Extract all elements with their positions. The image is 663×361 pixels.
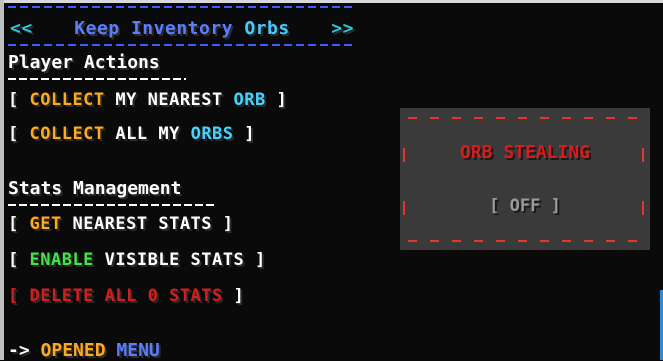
action-text: NEAREST STATS: [72, 214, 213, 234]
action-text: MY NEAREST: [115, 90, 223, 110]
window-left-border: [0, 0, 4, 360]
status-opened: OPENED: [40, 340, 106, 361]
bracket-close: ]: [222, 214, 234, 234]
action-text: ALL 0 STATS: [104, 286, 223, 306]
menu-status: -> OPENED MENU: [8, 340, 160, 361]
get-nearest-stats-button[interactable]: [ GET NEAREST STATS ]: [8, 214, 234, 234]
menu-title-orbs: Orbs: [244, 17, 290, 39]
bracket-open: [: [8, 250, 19, 270]
bracket-open: [: [8, 90, 19, 110]
orb-stealing-title-rest: STEALING: [503, 142, 591, 163]
collect-nearest-orb-button[interactable]: [ COLLECT MY NEAREST ORB ]: [8, 90, 287, 110]
page-next-button[interactable]: >>: [329, 18, 356, 39]
panel-border-bottom: [408, 240, 644, 242]
bracket-close: ]: [254, 250, 266, 270]
bracket-close: ]: [276, 90, 288, 110]
orb-stealing-panel: ORB STEALING [ OFF ]: [400, 108, 650, 250]
page-prev-button[interactable]: <<: [8, 18, 35, 39]
player-actions-underline: [8, 78, 186, 80]
bracket-open: [: [8, 286, 19, 306]
bracket-open: [: [8, 214, 19, 234]
orb-stealing-title: ORB STEALING: [400, 142, 650, 163]
stats-management-underline: [8, 204, 214, 206]
action-text: VISIBLE STATS: [104, 250, 245, 270]
stats-management-heading: Stats Management: [8, 178, 182, 199]
action-noun: ORB: [233, 90, 266, 110]
bracket-close: ]: [233, 286, 245, 306]
action-verb: ENABLE: [29, 250, 94, 270]
menu-title: Keep Inventory Orbs: [74, 18, 289, 39]
delete-all-stats-button[interactable]: [ DELETE ALL 0 STATS ]: [8, 286, 244, 306]
action-verb: COLLECT: [29, 90, 105, 110]
status-arrow: ->: [8, 340, 30, 361]
action-text: ALL MY: [115, 124, 180, 144]
collect-all-orbs-button[interactable]: [ COLLECT ALL MY ORBS ]: [8, 124, 255, 144]
panel-border-top: [408, 117, 644, 119]
action-noun: ORBS: [190, 124, 234, 144]
action-verb: GET: [29, 214, 62, 234]
menu-title-bar: << Keep Inventory Orbs >>: [8, 14, 356, 42]
action-verb: DELETE: [29, 286, 94, 306]
title-divider-top: [8, 6, 356, 8]
enable-visible-stats-button[interactable]: [ ENABLE VISIBLE STATS ]: [8, 250, 266, 270]
action-verb: COLLECT: [29, 124, 105, 144]
bracket-open: [: [8, 124, 19, 144]
bracket-close: ]: [244, 124, 256, 144]
orb-stealing-title-orb: ORB: [459, 142, 493, 163]
menu-title-text: Keep Inventory: [74, 17, 245, 39]
orb-stealing-toggle[interactable]: [ OFF ]: [400, 196, 650, 216]
title-divider-bottom: [8, 44, 356, 46]
window-top-border: [0, 0, 663, 3]
player-actions-heading: Player Actions: [8, 52, 160, 73]
status-menu: MENU: [116, 340, 160, 361]
